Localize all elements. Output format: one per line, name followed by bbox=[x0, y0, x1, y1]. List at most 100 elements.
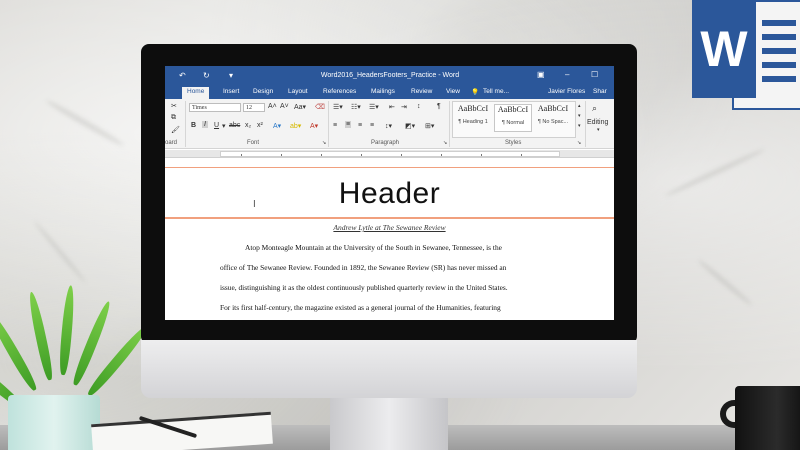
decrease-indent-icon[interactable]: ⇤ bbox=[389, 103, 395, 111]
maximize-button[interactable]: ☐ bbox=[591, 70, 598, 79]
marble-streak bbox=[696, 258, 754, 307]
undo-icon[interactable]: ↶ bbox=[179, 71, 186, 80]
justify-icon[interactable]: ≡ bbox=[370, 122, 374, 129]
ruler-tick bbox=[281, 154, 282, 156]
editing-button[interactable]: Editing bbox=[587, 119, 608, 126]
window-title: Word2016_HeadersFooters_Practice - Word bbox=[320, 72, 460, 79]
word-logo-letter: W bbox=[692, 0, 756, 98]
plant-pot bbox=[8, 395, 100, 450]
word-logo-line bbox=[762, 20, 796, 26]
highlight-icon[interactable]: ab▾ bbox=[290, 122, 301, 130]
ruler-tick bbox=[521, 154, 522, 156]
group-separator bbox=[585, 101, 586, 147]
underline-button[interactable]: U bbox=[214, 122, 219, 129]
italic-button[interactable]: I bbox=[202, 121, 208, 128]
line-spacing-icon[interactable]: ↕▾ bbox=[385, 122, 392, 130]
shrink-font-icon[interactable]: A˅ bbox=[280, 103, 289, 110]
word-window: ↶ ↻ ▾ Word2016_HeadersFooters_Practice -… bbox=[165, 66, 614, 320]
style-no-spacing[interactable]: AaBbCcI ¶ No Spac... bbox=[534, 104, 572, 132]
styles-scroll-down-icon[interactable]: ▾ bbox=[578, 113, 581, 119]
style-sample: AaBbCcI bbox=[537, 104, 569, 113]
customize-toolbar-icon[interactable]: ▾ bbox=[229, 71, 233, 80]
plant-leaf bbox=[58, 284, 76, 376]
word-logo-line bbox=[762, 62, 796, 68]
paragraph-dialog-launcher-icon[interactable]: ↘ bbox=[443, 140, 447, 146]
style-heading-1[interactable]: AaBbCcI ¶ Heading 1 bbox=[454, 104, 492, 132]
align-left-icon[interactable]: ≡ bbox=[333, 122, 337, 129]
tab-view[interactable]: View bbox=[446, 88, 460, 95]
styles-scroll-up-icon[interactable]: ▴ bbox=[578, 103, 581, 109]
style-normal[interactable]: AaBbCcI ¶ Normal bbox=[494, 104, 532, 132]
clear-formatting-icon[interactable]: ⌫ bbox=[315, 103, 325, 111]
increase-indent-icon[interactable]: ⇥ bbox=[401, 103, 407, 111]
tab-mailings[interactable]: Mailings bbox=[371, 88, 395, 95]
ribbon-display-icon[interactable]: ▣ bbox=[537, 70, 545, 79]
multilevel-list-icon[interactable]: ☰▾ bbox=[369, 103, 379, 111]
tab-design[interactable]: Design bbox=[253, 88, 273, 95]
align-center-icon[interactable]: ≡ bbox=[345, 121, 352, 128]
tab-insert[interactable]: Insert bbox=[223, 88, 239, 95]
bullets-icon[interactable]: ☰▾ bbox=[333, 103, 343, 111]
style-name: ¶ Normal bbox=[501, 120, 525, 126]
horizontal-ruler[interactable] bbox=[165, 150, 614, 158]
shading-icon[interactable]: ◩▾ bbox=[405, 122, 415, 130]
minimize-button[interactable]: – bbox=[565, 70, 569, 79]
sort-icon[interactable]: ↕ bbox=[417, 103, 421, 110]
strikethrough-icon[interactable]: abc bbox=[229, 122, 240, 129]
document-page[interactable]: Header I Andrew Lytle at The Sewanee Rev… bbox=[165, 159, 614, 320]
header-area[interactable]: Header I bbox=[165, 169, 614, 219]
styles-dialog-launcher-icon[interactable]: ↘ bbox=[577, 140, 581, 146]
font-size-value: 12 bbox=[246, 105, 252, 111]
grow-font-icon[interactable]: A˄ bbox=[268, 103, 277, 110]
font-size-box[interactable]: 12 bbox=[243, 103, 265, 112]
styles-group-label: Styles bbox=[505, 140, 522, 146]
body-line: office of The Sewanee Review. Founded in… bbox=[220, 263, 507, 272]
font-color-icon[interactable]: A▾ bbox=[310, 122, 318, 130]
underline-dropdown-icon[interactable]: ▾ bbox=[222, 122, 226, 130]
tell-me-search[interactable]: Tell me... bbox=[483, 88, 509, 95]
superscript-icon[interactable]: x² bbox=[257, 122, 263, 129]
editing-dropdown-icon[interactable]: ▾ bbox=[597, 127, 600, 133]
monitor-chin bbox=[141, 340, 637, 398]
group-separator bbox=[185, 101, 186, 147]
numbering-icon[interactable]: ☷▾ bbox=[351, 103, 361, 111]
share-button[interactable]: Shar bbox=[593, 88, 607, 95]
group-separator bbox=[449, 101, 450, 147]
word-logo-line bbox=[762, 48, 796, 54]
redo-icon[interactable]: ↻ bbox=[203, 71, 210, 80]
copy-icon[interactable]: ⧉ bbox=[171, 114, 176, 122]
body-line: For its first half-century, the magazine… bbox=[220, 303, 501, 312]
plant-leaf bbox=[26, 290, 55, 382]
find-icon[interactable]: ⌕ bbox=[592, 103, 597, 114]
text-cursor-icon: I bbox=[253, 199, 256, 210]
font-name-box[interactable]: Times bbox=[189, 103, 241, 112]
font-name-value: Times bbox=[192, 105, 207, 111]
lightbulb-icon: 💡 bbox=[471, 89, 480, 96]
change-case-icon[interactable]: Aa▾ bbox=[294, 103, 306, 111]
style-sample: AaBbCcI bbox=[457, 104, 489, 113]
align-right-icon[interactable]: ≡ bbox=[358, 122, 362, 129]
styles-more-icon[interactable]: ▾ bbox=[578, 123, 581, 129]
text-effects-icon[interactable]: A▾ bbox=[273, 122, 281, 130]
tab-references[interactable]: References bbox=[323, 88, 356, 95]
cut-icon[interactable]: ✂ bbox=[171, 102, 177, 110]
bold-button[interactable]: B bbox=[191, 122, 196, 129]
ribbon-tabs: Home Insert Design Layout References Mai… bbox=[165, 86, 614, 99]
format-painter-icon[interactable]: 🖌 bbox=[171, 126, 180, 134]
subscript-icon[interactable]: x₂ bbox=[245, 122, 251, 129]
monitor-stand bbox=[330, 396, 448, 450]
word-logo-line bbox=[762, 76, 796, 82]
user-name[interactable]: Javier Flores bbox=[548, 88, 585, 95]
tab-home[interactable]: Home bbox=[182, 87, 210, 99]
style-name: ¶ Heading 1 bbox=[458, 119, 488, 125]
body-line: Atop Monteagle Mountain at the Universit… bbox=[245, 243, 502, 252]
word-logo-line bbox=[762, 34, 796, 40]
ribbon: ✂ ⧉ 🖌 oard Times 12 A˄ A˅ Aa▾ ⌫ B I U ▾ … bbox=[165, 99, 614, 149]
tab-layout[interactable]: Layout bbox=[288, 88, 308, 95]
word-logo: W bbox=[692, 0, 800, 112]
show-formatting-marks-icon[interactable]: ¶ bbox=[437, 103, 441, 110]
borders-icon[interactable]: ⊞▾ bbox=[425, 122, 434, 130]
font-dialog-launcher-icon[interactable]: ↘ bbox=[322, 140, 326, 146]
header-text[interactable]: Header bbox=[165, 177, 614, 211]
tab-review[interactable]: Review bbox=[411, 88, 432, 95]
